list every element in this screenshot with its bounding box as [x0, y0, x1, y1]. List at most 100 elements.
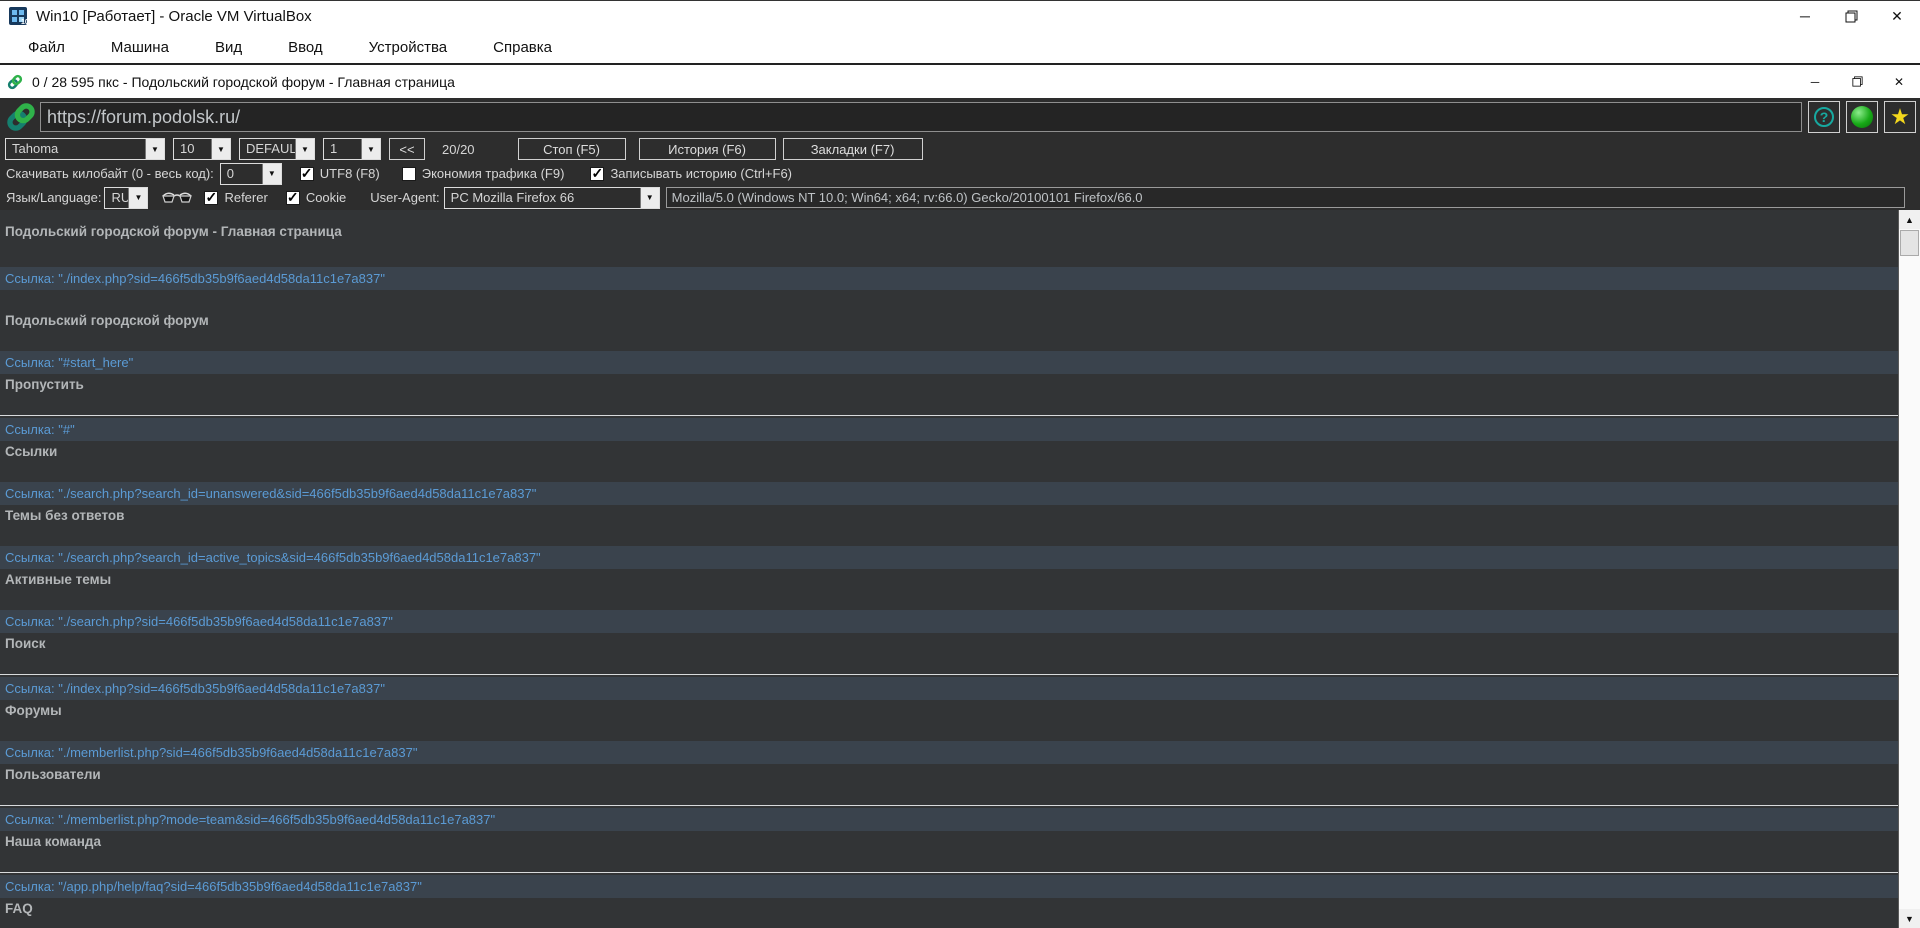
chevron-down-icon: ▼	[361, 139, 380, 159]
menu-file[interactable]: Файл	[14, 35, 79, 60]
content-area: Подольский городской форум - Главная стр…	[0, 210, 1920, 928]
tab-number-select[interactable]: 1 ▼	[323, 138, 381, 160]
green-sphere-icon	[1851, 106, 1873, 128]
link-row[interactable]: Ссылка: "#start_here"	[0, 351, 1898, 374]
vbox-titlebar: 10 Win10 [Работает] - Oracle VM VirtualB…	[0, 1, 1920, 31]
text-label: FAQ	[5, 901, 1898, 916]
help-button[interactable]: ?	[1808, 101, 1840, 133]
main-toolbar: Tahoma ▼ 10 ▼ DEFAULT_ ▼ 1 ▼ << 20/20 Ст…	[0, 136, 1920, 162]
app-logo-icon	[2, 100, 40, 134]
chevron-down-icon: ▼	[145, 139, 164, 159]
menu-devices[interactable]: Устройства	[355, 35, 461, 60]
back-button[interactable]: <<	[389, 138, 425, 160]
vbox-minimize-button[interactable]: ─	[1782, 1, 1828, 31]
profile-select[interactable]: DEFAULT_ ▼	[239, 138, 315, 160]
browser-close-button[interactable]: ✕	[1878, 65, 1920, 98]
kilobytes-label: Скачивать килобайт (0 - весь код):	[6, 166, 214, 181]
browser-titlebar: 0 / 28 595 пкс - Подольский городской фо…	[0, 65, 1920, 98]
vbox-menubar: Файл Машина Вид Ввод Устройства Справка	[0, 31, 1920, 63]
bookmarks-button[interactable]: Закладки (F7)	[783, 138, 923, 160]
link-row[interactable]: Ссылка: "./search.php?search_id=unanswer…	[0, 482, 1898, 505]
url-input[interactable]	[40, 102, 1802, 132]
language-label: Язык/Language:	[6, 190, 101, 205]
scroll-down-button[interactable]: ▼	[1899, 909, 1920, 928]
link-row[interactable]: Ссылка: "./index.php?sid=466f5db35b9f6ae…	[0, 677, 1898, 700]
page-content: Подольский городской форум - Главная стр…	[0, 210, 1898, 928]
language-select[interactable]: RU ▼	[104, 187, 148, 209]
browser-app: ? ★ Tahoma ▼ 10 ▼ DEFAULT_ ▼ 1 ▼ << 20/	[0, 98, 1920, 928]
history-button[interactable]: История (F6)	[639, 138, 776, 160]
content-title: Подольский городской форум - Главная стр…	[5, 224, 1898, 239]
browser-minimize-button[interactable]: ─	[1794, 65, 1836, 98]
vbox-window-title: Win10 [Работает] - Oracle VM VirtualBox	[36, 8, 1782, 25]
cookie-checkbox[interactable]	[286, 191, 300, 205]
user-agent-select[interactable]: PC Mozilla Firefox 66 ▼	[444, 187, 660, 209]
help-icon: ?	[1814, 107, 1834, 127]
section-divider	[0, 872, 1898, 873]
bookmark-star-button[interactable]: ★	[1884, 101, 1916, 133]
page-counter: 20/20	[442, 142, 475, 157]
menu-machine[interactable]: Машина	[97, 35, 183, 60]
virtualbox-window: 10 Win10 [Работает] - Oracle VM VirtualB…	[0, 0, 1920, 928]
menu-view[interactable]: Вид	[201, 35, 256, 60]
text-label: Форумы	[5, 703, 1898, 718]
section-divider	[0, 674, 1898, 675]
chevron-down-icon: ▼	[128, 188, 147, 208]
link-row[interactable]: Ссылка: "/app.php/help/faq?sid=466f5db35…	[0, 875, 1898, 898]
text-label: Поиск	[5, 636, 1898, 651]
vbox-restore-button[interactable]	[1828, 1, 1874, 31]
menu-help[interactable]: Справка	[479, 35, 566, 60]
user-agent-label: User-Agent:	[370, 190, 439, 205]
kilobytes-select[interactable]: 0 ▼	[220, 163, 282, 185]
download-options-toolbar: Скачивать килобайт (0 - весь код): 0 ▼ U…	[0, 162, 1920, 185]
font-family-select[interactable]: Tahoma ▼	[5, 138, 165, 160]
spacer	[0, 290, 1898, 310]
browser-window-title: 0 / 28 595 пкс - Подольский городской фо…	[32, 74, 1794, 90]
cookie-label: Cookie	[306, 190, 346, 205]
address-bar-row: ? ★	[0, 98, 1920, 136]
text-label: Активные темы	[5, 572, 1898, 587]
glasses-icon[interactable]	[160, 190, 194, 206]
chevron-down-icon: ▼	[262, 164, 281, 184]
browser-restore-button[interactable]	[1836, 65, 1878, 98]
font-size-select[interactable]: 10 ▼	[173, 138, 231, 160]
text-label: Подольский городской форум	[5, 313, 1898, 328]
link-row[interactable]: Ссылка: "./memberlist.php?sid=466f5db35b…	[0, 741, 1898, 764]
link-row[interactable]: Ссылка: "./memberlist.php?mode=team&sid=…	[0, 808, 1898, 831]
go-button[interactable]	[1846, 101, 1878, 133]
text-label: Наша команда	[5, 834, 1898, 849]
scrollbar-track[interactable]	[1899, 257, 1920, 909]
agent-toolbar: Язык/Language: RU ▼ Referer Cookie User-…	[0, 185, 1920, 210]
link-row[interactable]: Ссылка: "./search.php?search_id=active_t…	[0, 546, 1898, 569]
utf8-checkbox[interactable]	[300, 167, 314, 181]
virtualbox-vm-icon: 10	[8, 6, 28, 26]
section-divider	[0, 415, 1898, 416]
menu-input[interactable]: Ввод	[274, 35, 337, 60]
browser-app-icon	[6, 73, 24, 91]
log-history-label: Записывать историю (Ctrl+F6)	[610, 166, 792, 181]
text-label: Пропустить	[5, 377, 1898, 392]
log-history-checkbox[interactable]	[590, 167, 604, 181]
text-label: Пользователи	[5, 767, 1898, 782]
user-agent-input[interactable]	[666, 187, 1905, 208]
chevron-down-icon: ▼	[640, 188, 659, 208]
link-row[interactable]: Ссылка: "#"	[0, 418, 1898, 441]
stop-button[interactable]: Стоп (F5)	[518, 138, 626, 160]
referer-label: Referer	[224, 190, 267, 205]
traffic-saving-checkbox[interactable]	[402, 167, 416, 181]
traffic-saving-label: Экономия трафика (F9)	[422, 166, 565, 181]
star-icon: ★	[1890, 106, 1910, 128]
scroll-up-button[interactable]: ▲	[1899, 210, 1920, 229]
link-row[interactable]: Ссылка: "./index.php?sid=466f5db35b9f6ae…	[0, 267, 1898, 290]
link-row[interactable]: Ссылка: "./search.php?sid=466f5db35b9f6a…	[0, 610, 1898, 633]
svg-text:10: 10	[21, 19, 28, 26]
chevron-down-icon: ▼	[211, 139, 230, 159]
text-label: Темы без ответов	[5, 508, 1898, 523]
vertical-scrollbar[interactable]: ▲ ▼	[1898, 210, 1920, 928]
utf8-label: UTF8 (F8)	[320, 166, 380, 181]
vbox-close-button[interactable]: ✕	[1874, 1, 1920, 31]
scrollbar-thumb[interactable]	[1900, 230, 1919, 256]
text-label: Ссылки	[5, 444, 1898, 459]
section-divider	[0, 805, 1898, 806]
referer-checkbox[interactable]	[204, 191, 218, 205]
